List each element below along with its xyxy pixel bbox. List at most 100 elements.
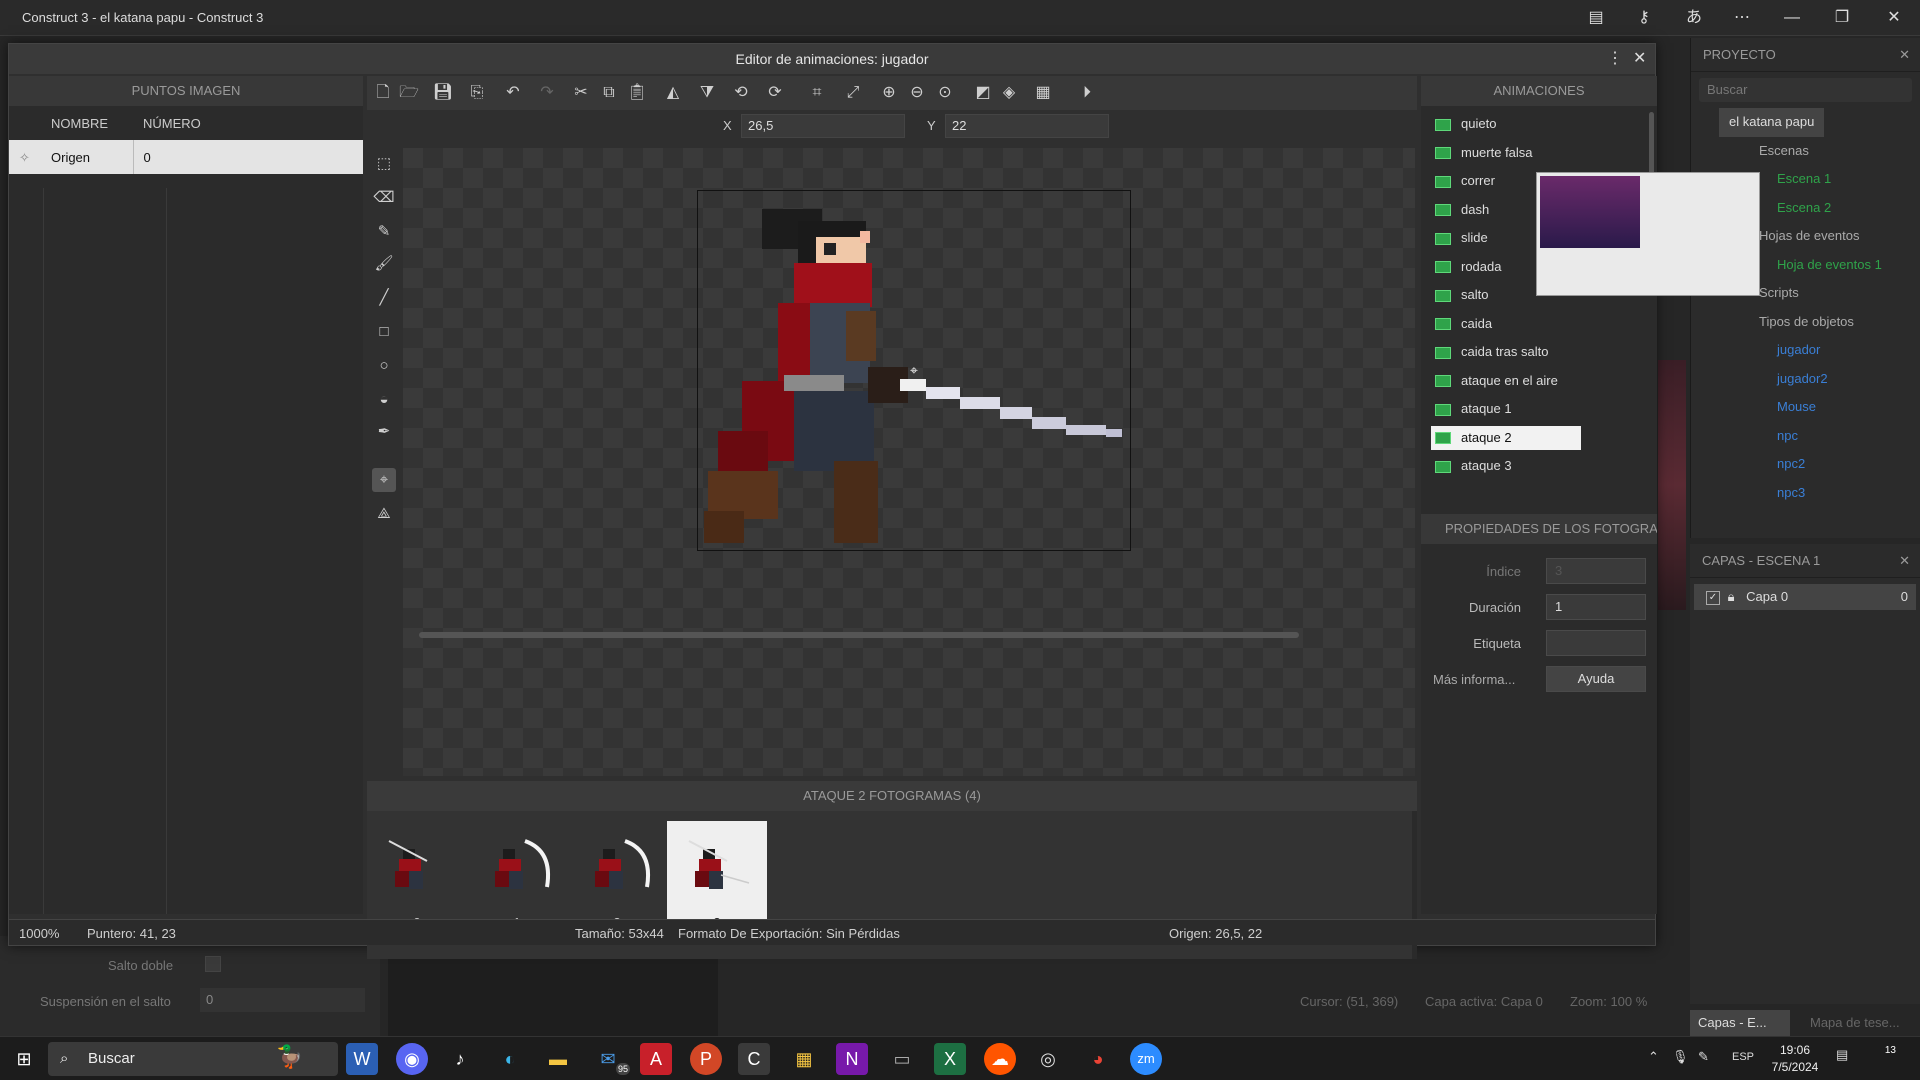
- network-app-icon[interactable]: ▭: [886, 1043, 918, 1075]
- flip-vertical-icon[interactable]: ⧩: [695, 81, 719, 105]
- x-input[interactable]: 26,5: [741, 114, 905, 138]
- tree-item-scenes[interactable]: Escenas: [1719, 137, 1920, 166]
- cut-icon[interactable]: ✂: [569, 81, 593, 105]
- project-search-input[interactable]: Buscar: [1699, 78, 1912, 102]
- key-icon[interactable]: ⚷: [1632, 6, 1656, 30]
- redo-icon[interactable]: ↷: [535, 81, 559, 105]
- animation-item[interactable]: muerte falsa: [1431, 141, 1581, 165]
- onion-skin-icon[interactable]: ◈: [997, 81, 1021, 105]
- tree-item-npc2[interactable]: npc2: [1719, 450, 1920, 479]
- frame-thumbnail[interactable]: 3: [667, 821, 767, 933]
- notification-icon[interactable]: ▤: [1836, 1047, 1848, 1063]
- tree-item-jugador[interactable]: jugador: [1719, 336, 1920, 365]
- notification-count[interactable]: 13: [1868, 1045, 1896, 1073]
- animation-item[interactable]: ataque 2: [1431, 425, 1581, 450]
- restore-icon[interactable]: ❐: [1830, 6, 1854, 30]
- tree-item-npc3[interactable]: npc3: [1719, 479, 1920, 508]
- export-icon[interactable]: ⎘: [465, 81, 489, 105]
- ellipse-icon[interactable]: ○: [372, 354, 396, 378]
- eraser-icon[interactable]: ⌫: [372, 186, 396, 210]
- excel-icon[interactable]: X: [934, 1043, 966, 1075]
- color-picker-icon[interactable]: ✒: [372, 420, 396, 444]
- close-icon[interactable]: ✕: [1899, 544, 1910, 578]
- more-menu-icon[interactable]: ⋯: [1730, 6, 1754, 30]
- rotate-ccw-icon[interactable]: ⟲: [729, 81, 753, 105]
- edge-icon[interactable]: ◐: [494, 1043, 526, 1075]
- save-icon[interactable]: 💾︎: [431, 81, 455, 105]
- crop-icon[interactable]: ⌗: [805, 81, 829, 105]
- steam-icon[interactable]: ◎: [1032, 1043, 1064, 1075]
- frame-thumbnail[interactable]: 1: [467, 821, 567, 933]
- translate-icon[interactable]: あ: [1682, 6, 1706, 30]
- windows-start-icon[interactable]: ⊞: [8, 1043, 40, 1075]
- tree-item-npc[interactable]: npc: [1719, 422, 1920, 451]
- rect-select-icon[interactable]: ⬚: [372, 152, 396, 176]
- salto-doble-checkbox[interactable]: [205, 956, 221, 972]
- play-preview-icon[interactable]: ⏵: [1075, 81, 1099, 105]
- tray-chevron-icon[interactable]: ⌃: [1648, 1049, 1659, 1065]
- grid-icon[interactable]: ▦: [1031, 81, 1055, 105]
- close-icon[interactable]: ✕: [1899, 38, 1910, 72]
- tab-layers[interactable]: Capas - E... ✕: [1690, 1010, 1790, 1056]
- copy-icon[interactable]: ⧉: [597, 81, 621, 105]
- frame-thumbnail[interactable]: 0: [367, 821, 467, 933]
- taskbar-search[interactable]: ⌕ Buscar 🦆: [48, 1042, 338, 1076]
- microphone-icon[interactable]: 🎙︎: [1672, 1049, 1689, 1065]
- brush-icon[interactable]: 🖌︎: [372, 252, 396, 276]
- image-point-tool-icon[interactable]: ⌖: [372, 468, 396, 492]
- tree-item-project[interactable]: el katana papu: [1719, 108, 1825, 137]
- pen-icon[interactable]: ✎: [1698, 1049, 1709, 1065]
- background-icon[interactable]: ◩: [971, 81, 995, 105]
- powerpoint-icon[interactable]: P: [690, 1043, 722, 1075]
- dialog-close-icon[interactable]: ✕: [1633, 44, 1646, 74]
- onenote-icon[interactable]: N: [836, 1043, 868, 1075]
- suspension-input[interactable]: 0: [200, 988, 365, 1012]
- acrobat-icon[interactable]: A: [640, 1043, 672, 1075]
- tree-item-jugador2[interactable]: jugador2: [1719, 365, 1920, 394]
- rotate-cw-icon[interactable]: ⟳: [763, 81, 787, 105]
- file-explorer-icon[interactable]: ▬: [542, 1043, 574, 1075]
- minimize-icon[interactable]: —: [1780, 6, 1804, 30]
- tag-input[interactable]: [1546, 630, 1646, 656]
- new-file-icon[interactable]: 🗋: [371, 81, 395, 105]
- layer-row[interactable]: ✓ 🔒︎ Capa 0 0: [1694, 584, 1916, 610]
- construct-icon[interactable]: C: [738, 1043, 770, 1075]
- pencil-icon[interactable]: ✎: [372, 220, 396, 244]
- rectangle-icon[interactable]: □: [372, 320, 396, 344]
- animation-item[interactable]: caida: [1431, 312, 1581, 336]
- layer-visible-checkbox[interactable]: ✓: [1706, 590, 1720, 605]
- zoom-reset-icon[interactable]: ⊙: [933, 81, 957, 105]
- discord-icon[interactable]: ◉: [396, 1043, 428, 1075]
- animation-item[interactable]: ataque 3: [1431, 454, 1581, 478]
- zoom-app-icon[interactable]: zm: [1130, 1043, 1162, 1075]
- word-icon[interactable]: W: [346, 1043, 378, 1075]
- paste-icon[interactable]: 📋︎: [625, 81, 649, 105]
- zoom-in-icon[interactable]: ⊕: [877, 81, 901, 105]
- y-input[interactable]: 22: [945, 114, 1109, 138]
- tab-tilemap[interactable]: Mapa de tese...: [1810, 1010, 1920, 1036]
- image-canvas[interactable]: ⌖: [403, 148, 1415, 776]
- help-button[interactable]: Ayuda: [1546, 666, 1646, 692]
- collision-polygon-icon[interactable]: ⟁: [372, 502, 396, 526]
- tree-item-objecttypes[interactable]: Tipos de objetos: [1719, 308, 1920, 337]
- line-icon[interactable]: ╱: [372, 286, 396, 310]
- tiktok-icon[interactable]: ♪: [444, 1043, 476, 1075]
- duration-input[interactable]: 1: [1546, 594, 1646, 620]
- fill-bucket-icon[interactable]: ◒: [372, 388, 396, 412]
- resize-icon[interactable]: ⤢: [841, 81, 865, 105]
- clipboard-icon[interactable]: ▤: [1584, 6, 1608, 30]
- zoom-out-icon[interactable]: ⊖: [905, 81, 929, 105]
- frame-thumbnail[interactable]: 2: [567, 821, 667, 933]
- tree-item-mouse[interactable]: Mouse: [1719, 393, 1920, 422]
- undo-icon[interactable]: ↶: [501, 81, 525, 105]
- animation-item[interactable]: quieto: [1431, 112, 1581, 136]
- animation-item[interactable]: ataque 1: [1431, 397, 1581, 421]
- mail-icon[interactable]: ✉ 95: [592, 1043, 630, 1075]
- window-preview-popup[interactable]: [1536, 172, 1760, 296]
- soundcloud-icon[interactable]: ☁: [984, 1043, 1016, 1075]
- language-indicator[interactable]: ESP: [1732, 1051, 1754, 1063]
- close-window-icon[interactable]: ✕: [1882, 6, 1906, 30]
- taskbar-clock[interactable]: 19:06 7/5/2024: [1760, 1042, 1830, 1076]
- animation-item[interactable]: ataque en el aire: [1431, 369, 1581, 393]
- dialog-menu-icon[interactable]: ⋮: [1607, 44, 1623, 74]
